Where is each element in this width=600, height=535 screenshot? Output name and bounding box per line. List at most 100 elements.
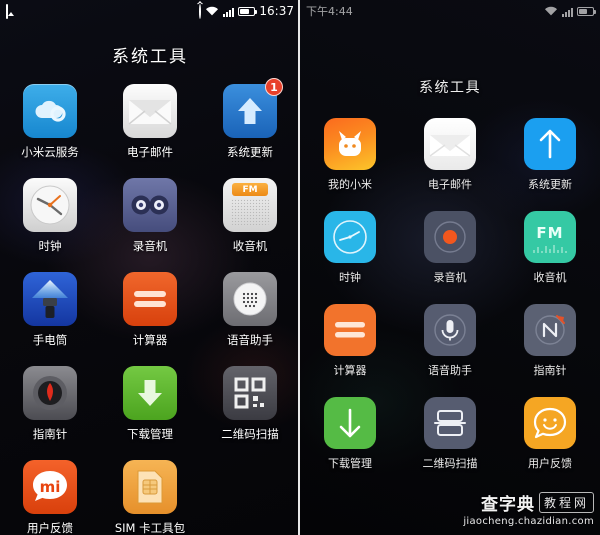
battery-icon [238,6,258,16]
app-label: 语音助手 [227,333,273,347]
app-download[interactable]: 下载管理 [300,397,400,471]
app-recorder[interactable]: 录音机 [400,211,500,285]
app-label: 指南针 [32,427,68,441]
app-recorder[interactable]: 录音机 [100,178,200,254]
watermark-url: jiaocheng.chazidian.com [463,516,594,527]
app-label: 录音机 [132,239,168,253]
voice-assistant-icon[interactable] [223,272,277,326]
app-label: 系统更新 [227,145,273,159]
app-voice-assistant[interactable]: 语音助手 [200,272,300,348]
right-status-bar: 下午4:44 [300,0,600,22]
wifi-icon [205,6,219,16]
system-update-icon[interactable] [524,118,576,170]
app-voice-assistant[interactable]: 语音助手 [400,304,500,378]
app-label: 我的小米 [328,178,372,191]
app-calculator[interactable]: 计算器 [100,272,200,348]
clock-icon[interactable] [324,211,376,263]
watermark: 查字典 教程网 jiaocheng.chazidian.com [463,490,594,527]
battery-icon [577,6,596,16]
watermark-main: 查字典 [480,495,535,515]
app-fm-radio[interactable]: FM 收音机 [200,178,300,254]
right-app-grid: 我的小米 电子邮件 系统更新 时钟 录音机 FM 收音机 计算器 语音助手 指南… [300,118,600,471]
app-label: SIM 卡工具包 [114,521,186,535]
app-qr-scan[interactable]: 二维码扫描 [400,397,500,471]
wifi-icon [544,6,558,16]
folder-title: 系统工具 [112,47,188,67]
app-label: 二维码扫描 [422,457,478,470]
app-mail[interactable]: 电子邮件 [100,84,200,160]
signal-icon [223,6,235,17]
app-label: 指南针 [533,364,567,377]
cloud-icon[interactable] [23,84,77,138]
feedback-icon[interactable]: mi [23,460,77,514]
status-time: 下午4:44 [306,5,353,18]
svg-text:mi: mi [40,478,61,496]
screen-divider [298,0,300,535]
mi-bunny-icon[interactable] [324,118,376,170]
fm-radio-icon[interactable]: FM [524,211,576,263]
app-label: 电子邮件 [127,145,173,159]
app-feedback[interactable]: 用户反馈 [500,397,600,471]
app-label: 语音助手 [428,364,472,377]
app-sim-toolkit[interactable]: SIM 卡工具包 [100,460,200,535]
app-compass[interactable]: 指南针 [0,366,100,442]
app-system-update[interactable]: 1 系统更新 [200,78,300,160]
app-label: 电子邮件 [428,178,472,191]
update-badge: 1 [265,78,283,96]
app-label: 录音机 [433,271,467,284]
app-feedback[interactable]: mi 用户反馈 [0,460,100,535]
compass-icon[interactable] [23,366,77,420]
app-download[interactable]: 下载管理 [100,366,200,442]
left-app-grid: 小米云服务 电子邮件 1 系统更新 时钟 录音机 FM 收音机 手电筒 计算器 … [0,78,300,535]
right-phone-screen: 下午4:44 系统工具 我的小米 电子邮件 系统更新 时钟 录音机 FM 收音机… [300,0,600,535]
app-label: 时钟 [339,271,361,284]
app-label: 时钟 [38,239,62,253]
sim-toolkit-icon[interactable] [123,460,177,514]
download-icon[interactable] [324,397,376,449]
download-icon[interactable] [123,366,177,420]
app-label: 下载管理 [127,427,173,441]
app-label: 系统更新 [528,178,572,191]
calculator-icon[interactable] [123,272,177,326]
system-update-icon[interactable]: 1 [223,78,283,138]
app-clock[interactable]: 时钟 [300,211,400,285]
app-calculator[interactable]: 计算器 [300,304,400,378]
clock-icon[interactable] [23,178,77,232]
flashlight-icon[interactable] [23,272,77,326]
app-label: 收音机 [533,271,567,284]
image-icon [6,3,8,19]
app-label: 收音机 [232,239,268,253]
app-compass[interactable]: 指南针 [500,304,600,378]
mail-icon[interactable] [424,118,476,170]
qr-scan-icon[interactable] [424,397,476,449]
app-qr-scan[interactable]: 二维码扫描 [200,366,300,442]
status-time: 16:37 [259,4,294,18]
watermark-boxed: 教程网 [538,492,594,513]
app-mail[interactable]: 电子邮件 [400,118,500,192]
compass-icon[interactable] [524,304,576,356]
calculator-icon[interactable] [324,304,376,356]
app-label: 二维码扫描 [221,427,279,441]
voice-assistant-icon[interactable] [424,304,476,356]
mail-icon[interactable] [123,84,177,138]
app-my-mi[interactable]: 我的小米 [300,118,400,192]
app-label: 计算器 [333,364,367,377]
app-label: 用户反馈 [27,521,73,535]
app-flashlight[interactable]: 手电筒 [0,272,100,348]
app-system-update[interactable]: 系统更新 [500,118,600,192]
app-fm-radio[interactable]: FM 收音机 [500,211,600,285]
left-status-bar: 16:37 [0,0,300,22]
qr-scan-icon[interactable] [223,366,277,420]
signal-icon [562,6,573,17]
app-label: 计算器 [132,333,168,347]
app-clock[interactable]: 时钟 [0,178,100,254]
fm-radio-icon[interactable]: FM [223,178,277,232]
app-cloud[interactable]: 小米云服务 [0,84,100,160]
app-label: 用户反馈 [528,457,572,470]
left-phone-screen: 16:37 系统工具 小米云服务 电子邮件 1 系统更新 时钟 录音机 FM 收… [0,0,300,535]
recorder-icon[interactable] [424,211,476,263]
alarm-icon [199,3,202,19]
feedback-icon[interactable] [524,397,576,449]
recorder-icon[interactable] [123,178,177,232]
app-label: 下载管理 [328,457,372,470]
